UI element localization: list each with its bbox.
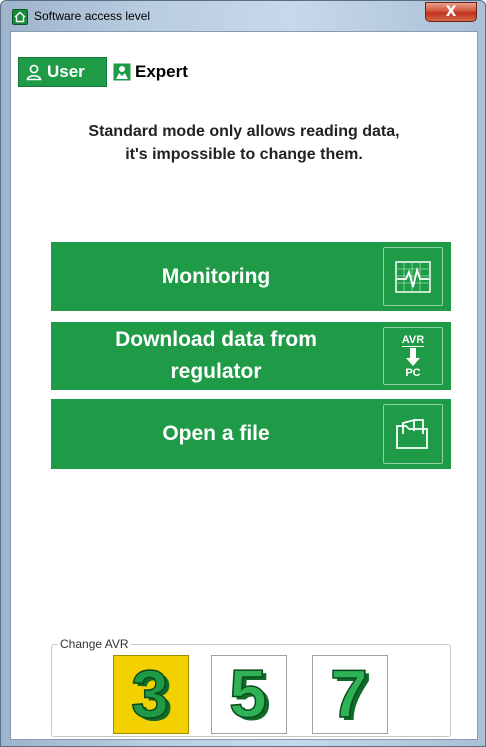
tab-user-label: User: [47, 62, 85, 81]
tab-expert[interactable]: Expert: [107, 57, 220, 87]
open-file-label: Open a file: [162, 422, 270, 445]
user-icon: [26, 64, 42, 81]
avr-5-button[interactable]: 5 5: [211, 655, 287, 734]
monitoring-button[interactable]: Monitoring: [51, 242, 451, 311]
download-label: Download data from regulator: [51, 324, 381, 388]
title-bar[interactable]: Software access level X: [1, 1, 485, 31]
access-info-text: Standard mode only allows reading data, …: [11, 120, 477, 166]
avr-icon-text: AVR: [401, 333, 425, 347]
tab-expert-label: Expert: [135, 62, 188, 81]
download-label-line-1: Download data from: [115, 328, 317, 351]
change-avr-group: Change AVR 3 3 5 5 7 7: [51, 637, 451, 737]
close-button[interactable]: X: [425, 2, 477, 22]
window-title: Software access level: [34, 9, 151, 23]
avr-3-label: 3: [131, 662, 169, 728]
download-data-button[interactable]: Download data from regulator AVR PC: [51, 322, 451, 390]
change-avr-legend: Change AVR: [58, 637, 131, 651]
open-file-icon-box: [383, 404, 443, 464]
folder-open-icon: [396, 418, 428, 449]
tab-user[interactable]: User: [18, 57, 107, 87]
avr-5-label: 5: [229, 662, 267, 728]
avr-5-digit: 5 5: [228, 662, 271, 728]
download-icon-box: AVR PC: [383, 327, 443, 385]
monitoring-label: Monitoring: [161, 264, 271, 288]
avr-3-button[interactable]: 3 3: [113, 655, 189, 734]
info-line-2: it's impossible to change them.: [125, 146, 363, 163]
download-label-line-2: regulator: [170, 360, 262, 383]
open-file-button[interactable]: Open a file: [51, 399, 451, 469]
avr-7-label: 7: [330, 662, 368, 728]
avr-7-button[interactable]: 7 7: [312, 655, 388, 734]
window-frame: Software access level X User Expert Stan…: [0, 0, 486, 747]
monitoring-icon-box: [383, 247, 443, 306]
avr-3-digit: 3 3: [130, 662, 173, 728]
close-icon: X: [445, 4, 457, 20]
avr-7-digit: 7 7: [329, 662, 372, 728]
client-area: User Expert Standard mode only allows re…: [10, 31, 478, 740]
avr-to-pc-icon: AVR PC: [401, 333, 425, 379]
home-icon: [12, 9, 28, 25]
expert-icon: [113, 63, 131, 81]
arrow-down-icon: [405, 347, 420, 366]
pc-icon-text: PC: [405, 366, 421, 379]
monitor-chart-icon: [395, 260, 431, 293]
info-line-1: Standard mode only allows reading data,: [88, 123, 400, 140]
